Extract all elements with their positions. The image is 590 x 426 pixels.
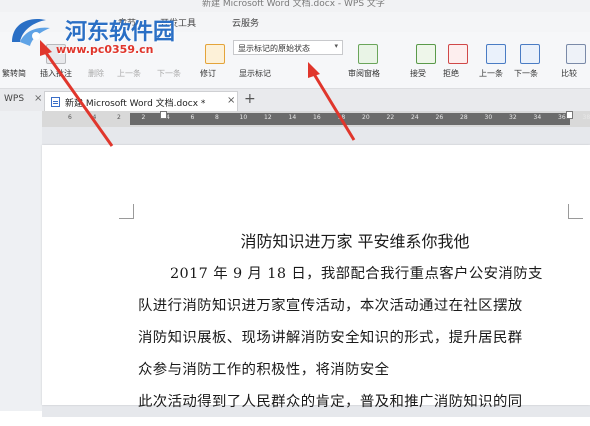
red-arrow-right: [308, 62, 356, 141]
annotation-arrows: [40, 40, 356, 147]
red-arrow-left: [40, 40, 114, 147]
